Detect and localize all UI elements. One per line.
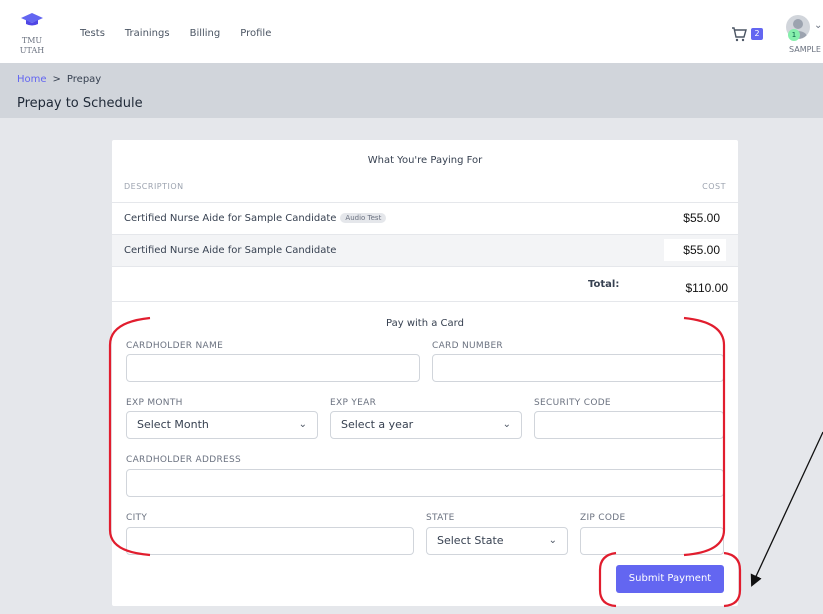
total-label: Total: bbox=[588, 279, 620, 290]
chevron-down-icon[interactable]: ⌄ bbox=[814, 20, 822, 31]
exp-month-label: EXP MONTH bbox=[126, 398, 183, 408]
nav-profile[interactable]: Profile bbox=[240, 28, 271, 39]
item-cost: $55.00 bbox=[664, 207, 726, 229]
breadcrumb-separator: > bbox=[52, 74, 61, 85]
city-input[interactable] bbox=[126, 527, 414, 555]
total-row bbox=[112, 266, 738, 302]
column-cost: COST bbox=[702, 182, 726, 191]
city-label: CITY bbox=[126, 513, 148, 523]
exp-year-select[interactable]: Select a year ⌄ bbox=[330, 411, 522, 439]
brand-line-2: UTAH bbox=[19, 46, 45, 55]
cardholder-address-input[interactable] bbox=[126, 469, 724, 497]
cardholder-name-input[interactable] bbox=[126, 354, 420, 382]
state-label: STATE bbox=[426, 513, 455, 523]
table-row: Certified Nurse Aide for Sample Candidat… bbox=[112, 234, 738, 266]
chevron-down-icon: ⌄ bbox=[502, 419, 511, 430]
zip-code-input[interactable] bbox=[580, 527, 724, 555]
zip-code-label: ZIP CODE bbox=[580, 513, 626, 523]
annotation-arrow bbox=[750, 431, 823, 587]
main-nav: Tests Trainings Billing Profile bbox=[80, 28, 271, 39]
summary-table-header: DESCRIPTION COST bbox=[112, 176, 738, 200]
chevron-down-icon: ⌄ bbox=[548, 535, 557, 546]
cart-count-badge: 2 bbox=[751, 28, 763, 40]
breadcrumb-home[interactable]: Home bbox=[17, 74, 47, 85]
breadcrumb-current: Prepay bbox=[66, 74, 102, 85]
brand-line-1: TMU bbox=[21, 36, 43, 45]
notification-badge: 1 bbox=[788, 29, 800, 41]
nav-billing[interactable]: Billing bbox=[190, 28, 221, 39]
graduation-cap-icon bbox=[21, 13, 43, 26]
user-name: SAMPLE bbox=[789, 45, 821, 54]
exp-month-select[interactable]: Select Month ⌄ bbox=[126, 411, 318, 439]
security-code-label: SECURITY CODE bbox=[534, 398, 611, 408]
nav-tests[interactable]: Tests bbox=[80, 28, 105, 39]
state-select[interactable]: Select State ⌄ bbox=[426, 527, 568, 555]
chevron-down-icon: ⌄ bbox=[298, 419, 307, 430]
audio-test-tag: Audio Test bbox=[340, 213, 387, 223]
payment-title: Pay with a Card bbox=[386, 318, 464, 329]
table-row: Certified Nurse Aide for Sample Candidat… bbox=[112, 202, 738, 234]
exp-month-value: Select Month bbox=[137, 418, 209, 431]
nav-trainings[interactable]: Trainings bbox=[125, 28, 170, 39]
submit-payment-button[interactable]: Submit Payment bbox=[616, 565, 724, 593]
card-number-label: CARD NUMBER bbox=[432, 341, 503, 351]
security-code-input[interactable] bbox=[534, 411, 724, 439]
exp-year-value: Select a year bbox=[341, 418, 414, 431]
breadcrumb: Home > Prepay bbox=[17, 74, 101, 85]
summary-title: What You're Paying For bbox=[367, 155, 483, 166]
brand-logo[interactable]: TMU UTAH bbox=[16, 12, 48, 56]
state-value: Select State bbox=[437, 534, 504, 547]
item-description: Certified Nurse Aide for Sample Candidat… bbox=[124, 213, 387, 224]
item-description: Certified Nurse Aide for Sample Candidat… bbox=[124, 245, 337, 256]
total-value: $110.00 bbox=[664, 276, 734, 300]
page-title: Prepay to Schedule bbox=[17, 96, 143, 111]
cart-icon[interactable] bbox=[731, 26, 747, 42]
cardholder-address-label: CARDHOLDER ADDRESS bbox=[126, 455, 242, 465]
exp-year-label: EXP YEAR bbox=[330, 398, 377, 408]
cardholder-name-label: CARDHOLDER NAME bbox=[126, 341, 224, 351]
item-cost: $55.00 bbox=[664, 239, 726, 261]
column-description: DESCRIPTION bbox=[124, 182, 184, 191]
card-number-input[interactable] bbox=[432, 354, 724, 382]
